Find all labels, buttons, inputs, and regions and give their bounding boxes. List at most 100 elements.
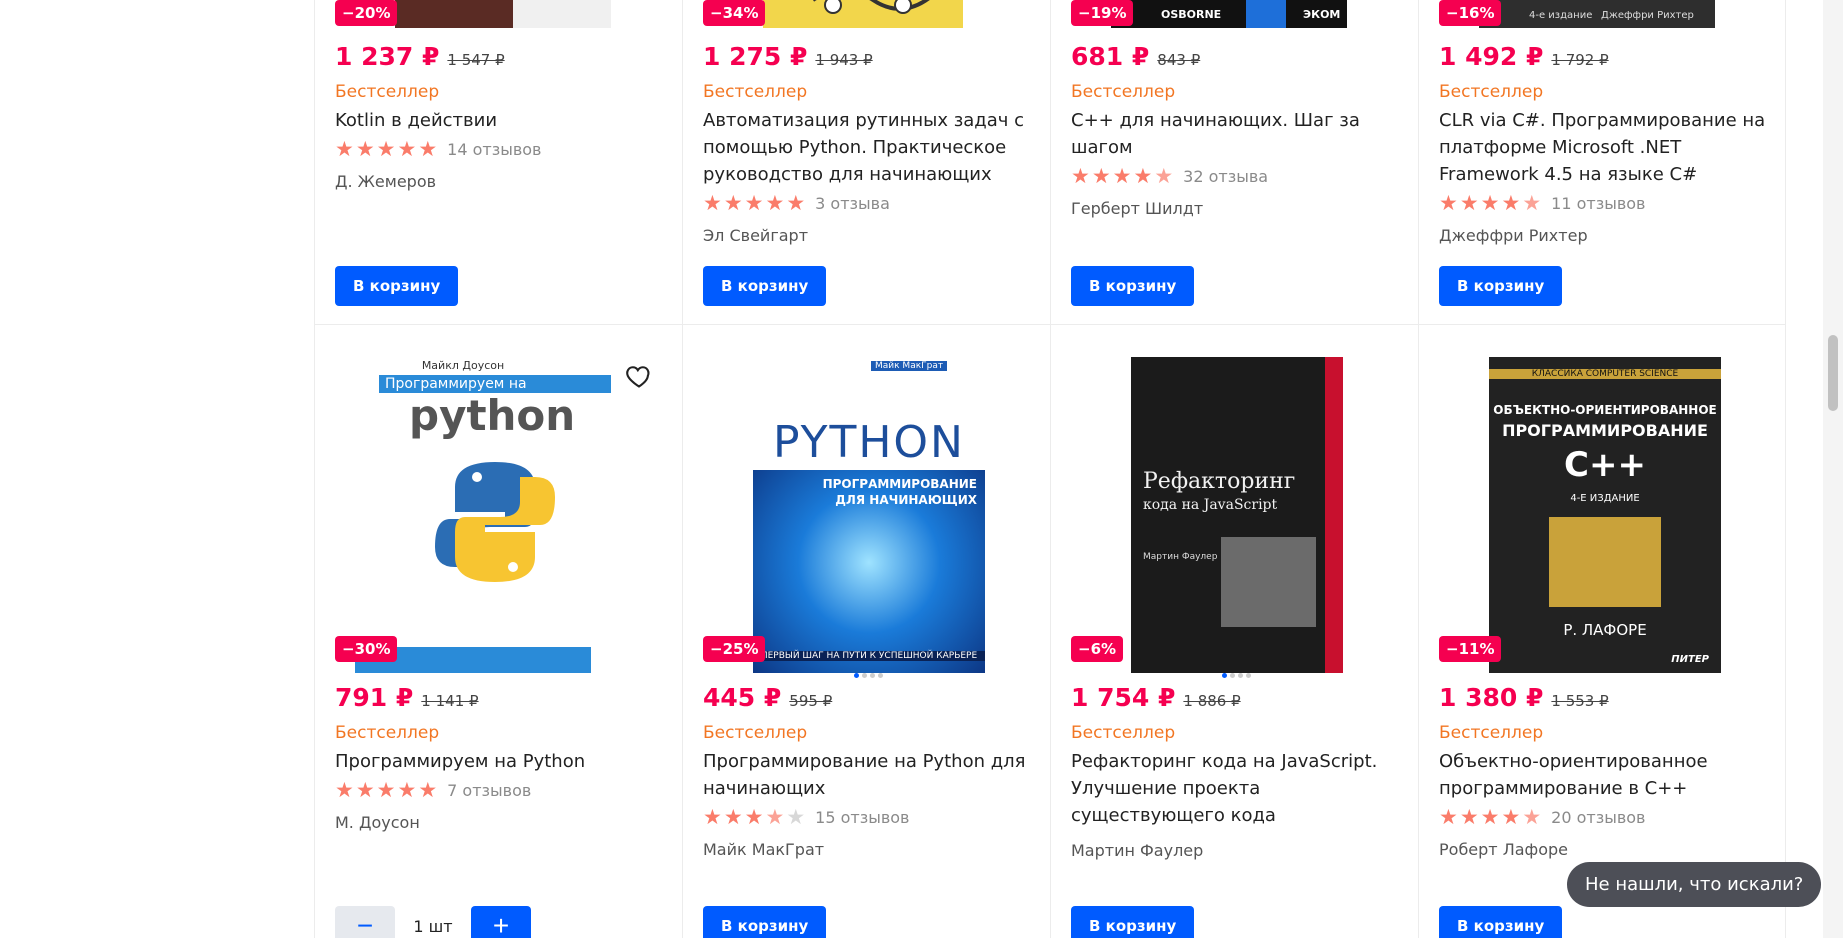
product-card[interactable]: −34% 1 275 ₽ 1 943 ₽ Бестселлер Автомати… — [682, 0, 1050, 325]
star-icon: ★ — [1071, 164, 1090, 188]
carousel-dot[interactable] — [862, 673, 867, 678]
star-icon: ★ — [1522, 805, 1542, 829]
product-card[interactable]: Майк МакГрат PYTHON ПРОГРАММИРОВАНИЕ ДЛЯ… — [682, 325, 1050, 938]
image-carousel-dots[interactable] — [854, 673, 883, 678]
star-icon: ★ — [418, 778, 438, 802]
bestseller-label: Бестселлер — [1071, 723, 1176, 743]
star-icon: ★ — [335, 137, 354, 161]
product-card[interactable]: −20% 1 237 ₽ 1 547 ₽ Бестселлер Kotlin в… — [314, 0, 682, 325]
add-to-cart-button[interactable]: В корзину — [1439, 266, 1563, 306]
star-icon: ★ — [723, 805, 743, 829]
star-icon: ★ — [786, 191, 806, 215]
cover-publisher-text-2: ЭКОМ — [1303, 8, 1341, 21]
cover-publisher-text: OSBORNE — [1161, 8, 1222, 21]
review-count[interactable]: 32 отзыва — [1183, 167, 1268, 186]
book-cover[interactable]: Майкл Доусон Программируем на python — [335, 357, 611, 673]
cover-top-band — [753, 357, 985, 375]
add-to-cart-button[interactable]: В корзину — [1439, 906, 1563, 938]
review-count[interactable]: 11 отзывов — [1551, 194, 1645, 213]
product-title[interactable]: Программируем на Python — [335, 748, 664, 775]
carousel-dot[interactable] — [1246, 673, 1251, 678]
star-icon: ★ — [703, 191, 722, 215]
review-count[interactable]: 7 отзывов — [447, 781, 531, 800]
price-block: 1 754 ₽ 1 886 ₽ — [1071, 683, 1241, 712]
current-price: 1 754 ₽ — [1071, 683, 1176, 712]
product-title[interactable]: Объектно-ориентированное программировани… — [1439, 748, 1767, 802]
book-cover[interactable]: Рефакторинг кода на JavaScript Мартин Фа… — [1131, 357, 1343, 673]
help-chat-button[interactable]: Не нашли, что искали? — [1567, 862, 1822, 907]
price-block: 681 ₽ 843 ₽ — [1071, 42, 1200, 71]
product-title[interactable]: CLR via C#. Программирование на платформ… — [1439, 107, 1767, 188]
page-scrollbar[interactable] — [1823, 0, 1843, 938]
carousel-dot[interactable] — [1222, 673, 1227, 678]
star-icon: ★ — [723, 191, 743, 215]
discount-badge: −16% — [1439, 0, 1502, 26]
star-icon: ★ — [397, 778, 417, 802]
add-to-cart-button[interactable]: В корзину — [703, 266, 827, 306]
review-count[interactable]: 20 отзывов — [1551, 808, 1645, 827]
carousel-dot[interactable] — [1230, 673, 1235, 678]
product-info: Бестселлер C++ для начинающих. Шаг за ша… — [1071, 82, 1400, 218]
discount-badge: −25% — [703, 636, 766, 662]
star-icon: ★ — [1459, 191, 1479, 215]
product-title[interactable]: Программирование на Python для начинающи… — [703, 748, 1032, 802]
rating: ★ ★ ★ ★ ★ 11 отзывов — [1439, 192, 1767, 214]
cover-title-line-3: C++ — [1564, 445, 1646, 485]
discount-badge: −34% — [703, 0, 766, 26]
add-to-cart-button[interactable]: В корзину — [703, 906, 827, 938]
product-title[interactable]: Рефакторинг кода на JavaScript. Улучшени… — [1071, 748, 1400, 829]
old-price: 1 886 ₽ — [1183, 692, 1241, 710]
rating: ★ ★ ★ ★ ★ 15 отзывов — [703, 806, 1032, 828]
product-card[interactable]: OSBORNE ЭКОМ −19% 681 ₽ 843 ₽ Бестселлер… — [1050, 0, 1418, 325]
add-to-cart-button[interactable]: В корзину — [335, 266, 459, 306]
book-cover[interactable]: КЛАССИКА COMPUTER SCIENCE ОБЪЕКТНО-ОРИЕН… — [1489, 357, 1721, 673]
scrollbar-thumb[interactable] — [1828, 335, 1838, 411]
add-to-cart-button[interactable]: В корзину — [1071, 266, 1195, 306]
carousel-dot[interactable] — [854, 673, 859, 678]
cover-title-line-1: ОБЪЕКТНО-ОРИЕНТИРОВАННОЕ — [1493, 403, 1717, 417]
decrease-quantity-button[interactable]: − — [335, 906, 395, 938]
add-to-cart-button[interactable]: В корзину — [1071, 906, 1195, 938]
review-count[interactable]: 14 отзывов — [447, 140, 541, 159]
current-price: 681 ₽ — [1071, 42, 1150, 71]
old-price: 1 141 ₽ — [421, 692, 479, 710]
carousel-dot[interactable] — [1238, 673, 1243, 678]
discount-badge: −11% — [1439, 636, 1502, 662]
star-icon: ★ — [1112, 164, 1132, 188]
old-price: 1 943 ₽ — [815, 51, 873, 69]
product-card[interactable]: 4-е издание Джеффри Рихтер −16% 1 492 ₽ … — [1418, 0, 1786, 325]
product-card[interactable]: КЛАССИКА COMPUTER SCIENCE ОБЪЕКТНО-ОРИЕН… — [1418, 325, 1786, 938]
product-info: Бестселлер Программируем на Python ★ ★ ★ ★ ★… — [335, 723, 664, 832]
star-icon: ★ — [1133, 164, 1153, 188]
product-title[interactable]: C++ для начинающих. Шаг за шагом — [1071, 107, 1400, 161]
star-icon: ★ — [376, 137, 396, 161]
bestseller-label: Бестселлер — [335, 82, 440, 102]
carousel-dot[interactable] — [870, 673, 875, 678]
current-price: 1 237 ₽ — [335, 42, 440, 71]
product-title[interactable]: Kotlin в действии — [335, 107, 664, 134]
book-cover[interactable]: Майк МакГрат PYTHON ПРОГРАММИРОВАНИЕ ДЛЯ… — [753, 357, 985, 673]
image-carousel-dots[interactable] — [1222, 673, 1251, 678]
star-icon: ★ — [765, 191, 785, 215]
star-icon: ★ — [1501, 805, 1521, 829]
product-info: Бестселлер CLR via C#. Программирование … — [1439, 82, 1767, 245]
cover-author: Мартин Фаулер — [1143, 552, 1218, 562]
carousel-dot[interactable] — [878, 673, 883, 678]
product-info: Бестселлер Kotlin в действии ★ ★ ★ ★ ★ 14 отз… — [335, 82, 664, 191]
cover-series: КЛАССИКА COMPUTER SCIENCE — [1489, 369, 1721, 379]
bestseller-label: Бестселлер — [1439, 723, 1544, 743]
product-author: Д. Жемеров — [335, 172, 437, 191]
star-icon: ★ — [1480, 805, 1500, 829]
favorite-heart-icon[interactable] — [625, 362, 653, 390]
review-count[interactable]: 15 отзывов — [815, 808, 909, 827]
star-icon: ★ — [1439, 805, 1458, 829]
product-card[interactable]: Майкл Доусон Программируем на python −30… — [314, 325, 682, 938]
cover-title-line-3: ДЛЯ НАЧИНАЮЩИХ — [835, 493, 977, 507]
price-block: 1 275 ₽ 1 943 ₽ — [703, 42, 873, 71]
product-author: М. Доусон — [335, 813, 420, 832]
increase-quantity-button[interactable]: + — [471, 906, 531, 938]
product-card[interactable]: Рефакторинг кода на JavaScript Мартин Фа… — [1050, 325, 1418, 938]
review-count[interactable]: 3 отзыва — [815, 194, 890, 213]
product-title[interactable]: Автоматизация рутинных задач с помощью P… — [703, 107, 1032, 188]
star-icon: ★ — [397, 137, 417, 161]
